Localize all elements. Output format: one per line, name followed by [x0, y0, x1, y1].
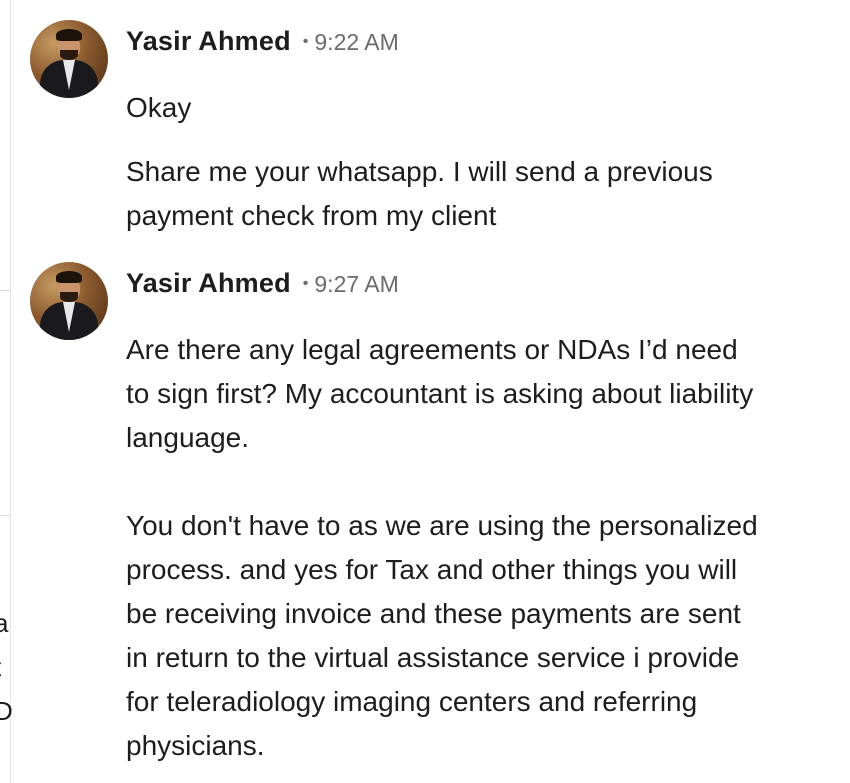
separator-dot: •	[302, 275, 309, 292]
message-text: Okay	[126, 92, 192, 123]
message-timestamp: 9:27 AM	[314, 271, 399, 297]
avatar[interactable]	[30, 262, 108, 340]
left-panel-cut-text: D	[0, 696, 13, 726]
left-panel-cut-text: t	[0, 652, 1, 682]
avatar[interactable]	[30, 20, 108, 98]
left-panel-edge	[0, 0, 11, 783]
message-group: Yasir Ahmed • 9:22 AM Okay Share me your…	[30, 18, 840, 238]
message-header: Yasir Ahmed • 9:27 AM	[126, 260, 840, 310]
avatar-beard	[60, 292, 78, 302]
left-panel-divider	[0, 515, 10, 516]
message-group: Yasir Ahmed • 9:27 AM Are there any lega…	[30, 260, 840, 768]
left-panel-divider	[0, 290, 10, 291]
left-panel-cut-text: a	[0, 608, 9, 638]
message-text: Share me your whatsapp. I will send a pr…	[126, 156, 713, 231]
avatar-hair	[56, 29, 82, 41]
message-header: Yasir Ahmed • 9:22 AM	[126, 18, 840, 68]
sender-name[interactable]: Yasir Ahmed	[126, 268, 291, 299]
avatar-hair	[56, 271, 82, 283]
message-text: Are there any legal agreements or NDAs I…	[126, 334, 758, 761]
message-timestamp: 9:22 AM	[314, 29, 399, 55]
sender-name[interactable]: Yasir Ahmed	[126, 26, 291, 57]
message-thread: Yasir Ahmed • 9:22 AM Okay Share me your…	[30, 18, 840, 768]
avatar-beard	[60, 50, 78, 60]
separator-dot: •	[302, 33, 309, 50]
